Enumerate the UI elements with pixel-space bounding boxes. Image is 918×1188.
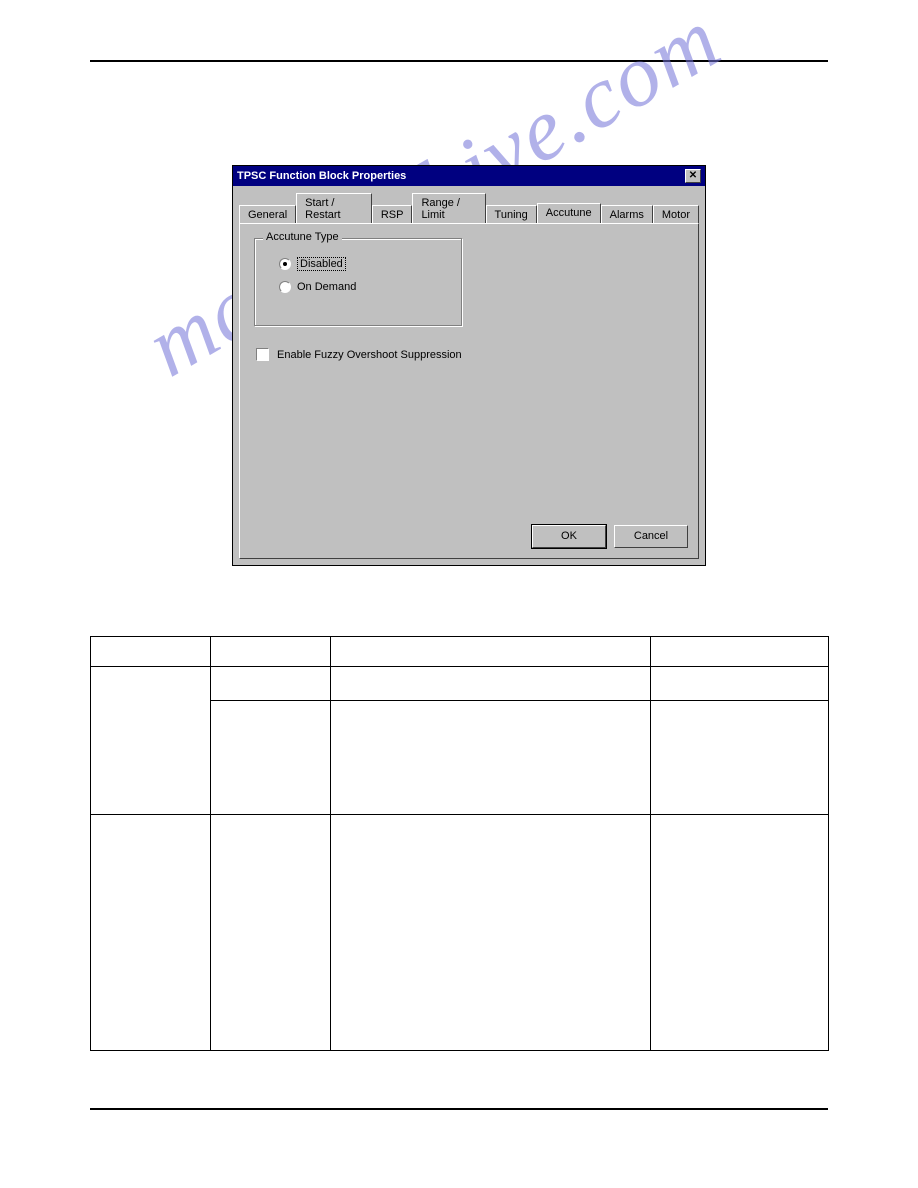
table-cell	[331, 815, 651, 1051]
tab-start-restart[interactable]: Start / Restart	[296, 193, 372, 224]
radio-row-disabled[interactable]: Disabled	[279, 257, 451, 271]
fuzzy-checkbox-row[interactable]: Enable Fuzzy Overshoot Suppression	[256, 348, 684, 361]
table-cell	[91, 637, 211, 667]
cancel-button[interactable]: Cancel	[614, 525, 688, 548]
table-cell	[651, 637, 829, 667]
dialog-title: TPSC Function Block Properties	[237, 170, 406, 182]
radio-row-on-demand[interactable]: On Demand	[279, 281, 451, 293]
fuzzy-checkbox[interactable]	[256, 348, 269, 361]
accutune-type-group: Accutune Type Disabled On Demand	[254, 238, 462, 326]
table-cell	[331, 637, 651, 667]
table-cell	[211, 667, 331, 701]
top-rule	[90, 60, 828, 62]
table-cell	[211, 701, 331, 815]
parameter-table	[90, 636, 829, 1051]
table-cell	[651, 815, 829, 1051]
bottom-rule	[90, 1108, 828, 1110]
table-cell	[331, 667, 651, 701]
tab-tuning[interactable]: Tuning	[486, 205, 537, 224]
table-cell	[211, 815, 331, 1051]
table-cell	[331, 701, 651, 815]
radio-on-demand[interactable]	[279, 281, 291, 293]
tab-accutune[interactable]: Accutune	[537, 203, 601, 223]
table-cell	[211, 637, 331, 667]
radio-disabled[interactable]	[279, 258, 291, 270]
fuzzy-checkbox-label: Enable Fuzzy Overshoot Suppression	[277, 349, 462, 361]
ok-button[interactable]: OK	[532, 525, 606, 548]
properties-dialog: TPSC Function Block Properties ✕ General…	[232, 165, 706, 566]
table-cell	[91, 815, 211, 1051]
tab-panel-accutune: Accutune Type Disabled On Demand Enable …	[239, 223, 699, 559]
page-container	[90, 60, 828, 62]
table-cell	[651, 701, 829, 815]
radio-disabled-label: Disabled	[297, 257, 346, 271]
table-cell	[651, 667, 829, 701]
table-cell	[91, 667, 211, 815]
close-button[interactable]: ✕	[685, 169, 701, 183]
tab-range-limit[interactable]: Range / Limit	[412, 193, 485, 224]
tabstrip: General Start / Restart RSP Range / Limi…	[233, 186, 705, 223]
radio-on-demand-label: On Demand	[297, 281, 356, 293]
titlebar[interactable]: TPSC Function Block Properties ✕	[233, 166, 705, 186]
tab-general[interactable]: General	[239, 205, 296, 224]
dialog-button-row: OK Cancel	[532, 525, 688, 548]
tab-motor[interactable]: Motor	[653, 205, 699, 224]
tab-alarms[interactable]: Alarms	[601, 205, 653, 224]
tab-rsp[interactable]: RSP	[372, 205, 413, 224]
group-legend: Accutune Type	[263, 231, 342, 243]
